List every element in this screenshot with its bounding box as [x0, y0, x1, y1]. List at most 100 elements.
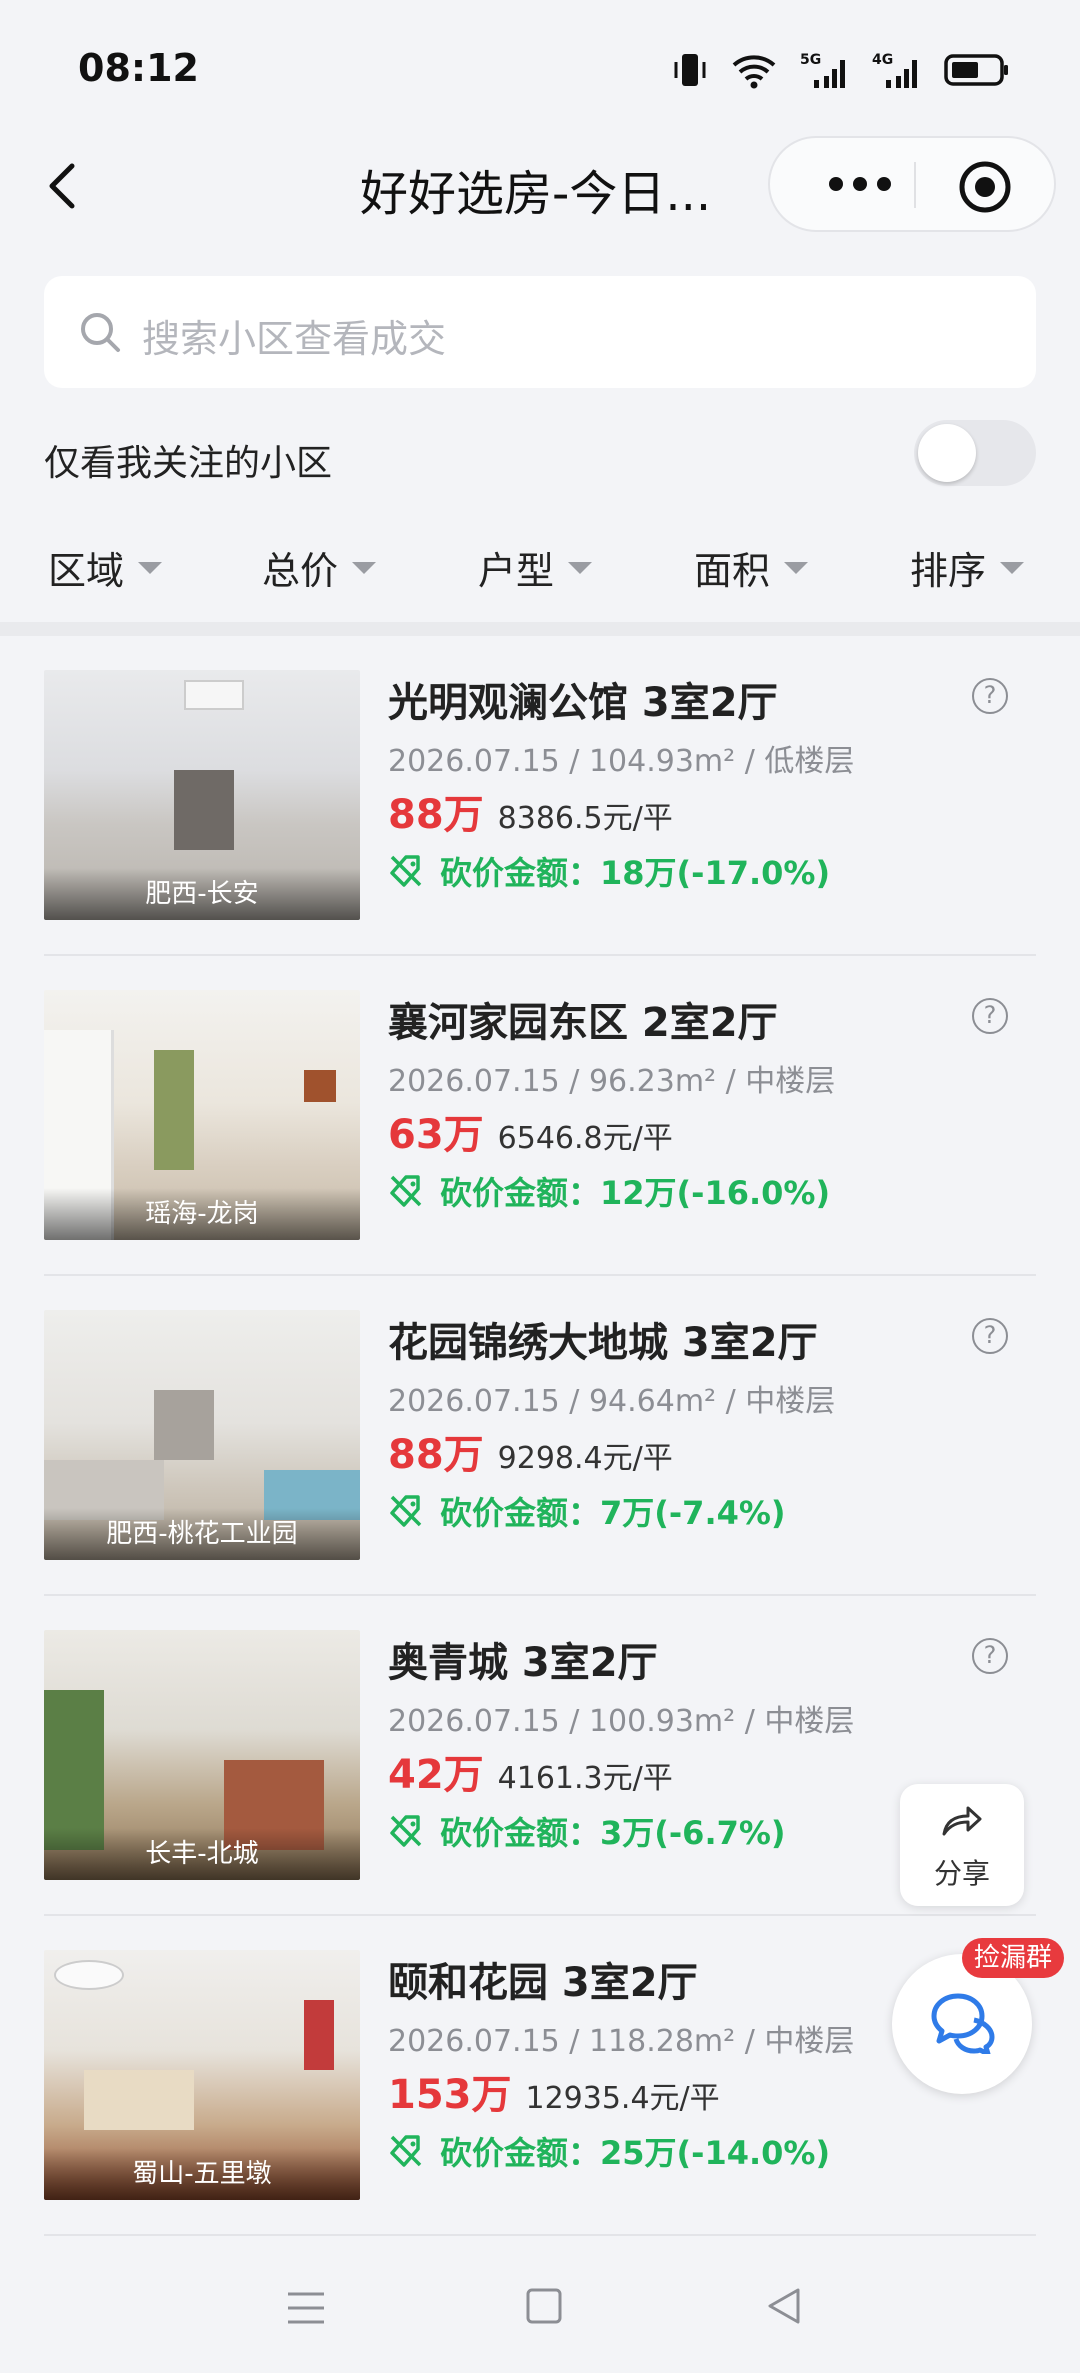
dropdown-arrow-icon — [784, 561, 809, 574]
chat-bubble-icon — [931, 1993, 995, 2054]
help-icon[interactable]: ? — [972, 998, 1008, 1034]
back-arrow-icon[interactable] — [38, 158, 88, 214]
menu-icon[interactable] — [284, 2286, 328, 2330]
search-input[interactable]: 搜索小区查看成交 — [44, 276, 1036, 388]
listing-meta: 2026.07.15 / 94.64m² / 中楼层 — [388, 1384, 836, 1419]
signal-5g-label: 5G — [800, 52, 821, 68]
listing-item[interactable]: 肥西-桃花工业园 花园锦绣大地城 3室2厅 ? 2026.07.15 / 94.… — [44, 1276, 1036, 1596]
back-nav-icon[interactable] — [764, 2286, 804, 2326]
listing-price: 88万 8386.5元/平 — [388, 782, 673, 840]
help-icon[interactable]: ? — [972, 1318, 1008, 1354]
status-icons: 5G 4G — [672, 50, 1010, 90]
price-cut: 砍价金额：12万(-16.0%) — [388, 1168, 830, 1214]
total-price: 42万 — [388, 1752, 484, 1798]
share-button[interactable]: 分享 — [900, 1784, 1024, 1906]
price-tag-icon — [390, 1815, 422, 1847]
filter-area-label: 面积 — [694, 549, 771, 593]
listing-location: 肥西-长安 — [44, 868, 360, 920]
filter-region-label: 区域 — [48, 549, 125, 593]
listing-photo: 瑶海-龙岗 — [44, 990, 360, 1240]
price-tag-icon — [390, 1495, 422, 1527]
listing-photo: 蜀山-五里墩 — [44, 1950, 360, 2200]
price-tag-icon — [390, 855, 422, 887]
listing-title: 襄河家园东区 2室2厅 — [388, 1000, 778, 1046]
filter-sort-label: 排序 — [910, 549, 987, 593]
listing-location: 肥西-桃花工业园 — [44, 1508, 360, 1560]
filter-total-price-label: 总价 — [262, 549, 339, 593]
price-cut: 砍价金额：7万(-7.4%) — [388, 1488, 786, 1534]
section-divider — [0, 622, 1080, 636]
total-price: 153万 — [388, 2072, 512, 2118]
price-cut-text: 砍价金额：3万(-6.7%) — [440, 1814, 786, 1852]
filter-area[interactable]: 面积 — [694, 540, 809, 595]
signal-4g-label: 4G — [872, 52, 893, 68]
follow-toggle[interactable] — [914, 420, 1036, 486]
nav-bar: 好好选房-今日... — [0, 130, 1080, 240]
listing-title: 颐和花园 3室2厅 — [388, 1960, 698, 2006]
total-price: 88万 — [388, 1432, 484, 1478]
listing-location: 瑶海-龙岗 — [44, 1188, 360, 1240]
share-label: 分享 — [933, 1857, 990, 1890]
unit-price: 9298.4元/平 — [497, 1441, 673, 1476]
price-cut-text: 砍价金额：12万(-16.0%) — [440, 1174, 831, 1212]
listing-item[interactable]: 瑶海-龙岗 襄河家园东区 2室2厅 ? 2026.07.15 / 96.23m²… — [44, 956, 1036, 1276]
dropdown-arrow-icon — [568, 561, 593, 574]
status-time: 08:12 — [78, 46, 199, 90]
home-icon[interactable] — [524, 2286, 564, 2326]
listing-title: 花园锦绣大地城 3室2厅 — [388, 1320, 818, 1366]
listing-photo: 肥西-桃花工业园 — [44, 1310, 360, 1560]
total-price: 63万 — [388, 1112, 484, 1158]
miniprogram-capsule — [768, 136, 1056, 232]
listing-meta: 2026.07.15 / 118.28m² / 中楼层 — [388, 2024, 855, 2059]
battery-icon — [944, 54, 1008, 86]
listing-meta: 2026.07.15 / 104.93m² / 低楼层 — [388, 744, 855, 779]
listing-photo: 肥西-长安 — [44, 670, 360, 920]
search-placeholder: 搜索小区查看成交 — [142, 317, 447, 361]
listing-item[interactable]: 蜀山-五里墩 颐和花园 3室2厅 2026.07.15 / 118.28m² /… — [44, 1916, 1036, 2236]
filter-bar: 区域 总价 户型 面积 排序 — [0, 540, 1080, 610]
close-miniprogram-icon[interactable] — [958, 160, 1012, 214]
search-icon — [81, 313, 120, 352]
more-icon[interactable] — [800, 138, 920, 230]
dropdown-arrow-icon — [352, 561, 377, 574]
share-icon — [942, 1806, 982, 1836]
listing-title: 奥青城 3室2厅 — [388, 1640, 658, 1686]
listing-title: 光明观澜公馆 3室2厅 — [388, 680, 778, 726]
filter-region[interactable]: 区域 — [48, 540, 163, 595]
price-tag-icon — [390, 2135, 422, 2167]
unit-price: 4161.3元/平 — [497, 1761, 673, 1796]
filter-layout-label: 户型 — [478, 549, 555, 593]
signal-5g-icon: 5G — [800, 52, 845, 88]
status-bar: 08:12 5G 4G — [0, 0, 1080, 130]
dropdown-arrow-icon — [138, 561, 163, 574]
price-tag-icon — [390, 1175, 422, 1207]
listing-meta: 2026.07.15 / 96.23m² / 中楼层 — [388, 1064, 836, 1099]
page-title: 好好选房-今日... — [360, 166, 712, 222]
filter-total-price[interactable]: 总价 — [262, 540, 377, 595]
price-cut: 砍价金额：18万(-17.0%) — [388, 848, 830, 894]
price-cut: 砍价金额：25万(-14.0%) — [388, 2128, 830, 2174]
listing-price: 88万 9298.4元/平 — [388, 1422, 673, 1480]
price-cut-text: 砍价金额：7万(-7.4%) — [440, 1494, 786, 1532]
listing-item[interactable]: 肥西-长安 光明观澜公馆 3室2厅 ? 2026.07.15 / 104.93m… — [44, 636, 1036, 956]
price-cut-text: 砍价金额：25万(-14.0%) — [440, 2134, 831, 2172]
listing-price: 63万 6546.8元/平 — [388, 1102, 673, 1160]
capsule-divider — [914, 162, 916, 208]
filter-sort[interactable]: 排序 — [910, 540, 1025, 595]
help-icon[interactable]: ? — [972, 1638, 1008, 1674]
toggle-knob — [918, 424, 976, 482]
follow-filter-label: 仅看我关注的小区 — [44, 443, 333, 484]
listing-meta: 2026.07.15 / 100.93m² / 中楼层 — [388, 1704, 855, 1739]
price-cut: 砍价金额：3万(-6.7%) — [388, 1808, 786, 1854]
help-icon[interactable]: ? — [972, 678, 1008, 714]
wifi-icon — [732, 55, 776, 89]
total-price: 88万 — [388, 792, 484, 838]
unit-price: 8386.5元/平 — [497, 801, 673, 836]
listing-item[interactable]: 长丰-北城 奥青城 3室2厅 ? 2026.07.15 / 100.93m² /… — [44, 1596, 1036, 1916]
listing-location: 蜀山-五里墩 — [44, 2148, 360, 2200]
filter-layout[interactable]: 户型 — [478, 540, 593, 595]
system-nav-bar — [0, 2236, 1080, 2373]
listing-photo: 长丰-北城 — [44, 1630, 360, 1880]
listing-location: 长丰-北城 — [44, 1828, 360, 1880]
unit-price: 12935.4元/平 — [525, 2081, 720, 2116]
